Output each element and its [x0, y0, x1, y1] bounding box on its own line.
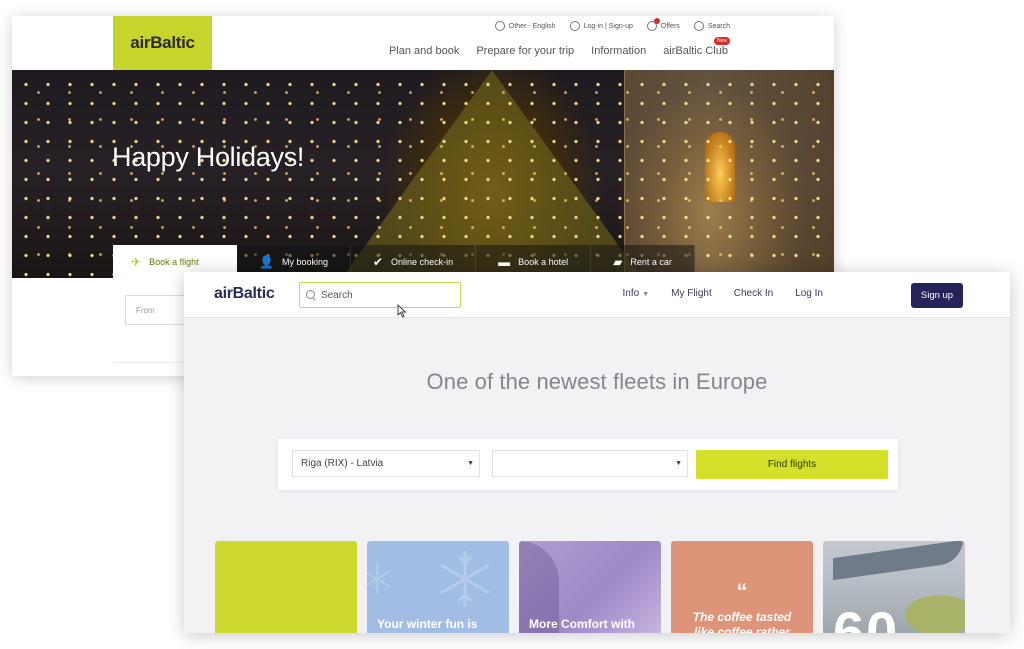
utility-bar: Other - English Log-in | Sign-up Offers … — [494, 18, 730, 31]
language-link[interactable]: Other - English — [494, 21, 556, 31]
nav-plan-and-book[interactable]: Plan and book — [389, 45, 459, 57]
nav-club[interactable]: airBaltic Club New — [663, 37, 730, 57]
nav-info[interactable]: Info ▼ — [623, 288, 650, 299]
user-icon — [569, 21, 580, 31]
tab-label: Book a flight — [149, 256, 199, 267]
card-caption: More Comfort with — [529, 617, 635, 631]
landscape-image — [905, 595, 965, 633]
site-header: airBaltic Info▼ My Flight Check In Log I… — [184, 272, 1010, 318]
offers-link[interactable]: Offers — [646, 18, 680, 31]
bell-icon — [646, 18, 660, 31]
car-icon: ▰ — [613, 254, 623, 269]
nav-prepare-trip[interactable]: Prepare for your trip — [476, 45, 574, 57]
airplane-wing-image — [833, 541, 963, 581]
search-label: Search — [707, 22, 730, 30]
card-number: 60 — [833, 600, 900, 633]
nav-info-label: Info — [622, 288, 640, 299]
new-site-window: airBaltic Info▼ My Flight Check In Log I… — [184, 272, 1010, 633]
snowflake-icon — [440, 551, 490, 607]
nav-club-label: airBaltic Club — [663, 45, 728, 57]
new-badge: New — [713, 37, 730, 45]
origin-select[interactable]: Riga (RIX) - Latvia ▼ — [292, 450, 480, 477]
promo-card-coffee[interactable]: “ The coffee tasted like coffee rather — [671, 541, 813, 633]
checkmark-icon: ✔ — [372, 254, 384, 269]
plane-icon: ✈ — [131, 254, 142, 269]
bed-icon: ▬ — [498, 254, 511, 269]
card-caption-line2: like coffee rather — [694, 625, 790, 633]
quote-icon: “ — [736, 579, 748, 604]
nav-information[interactable]: Information — [591, 45, 646, 57]
destination-select[interactable]: ▼ — [492, 450, 688, 477]
card-caption: Your winter fun is — [377, 617, 478, 631]
dropdown-arrow-icon: ▼ — [675, 460, 682, 467]
tab-label: Book a hotel — [518, 256, 569, 267]
page-headline: One of the newest fleets in Europe — [426, 369, 768, 394]
search-link[interactable]: Search — [693, 21, 730, 31]
notification-badge — [653, 18, 660, 24]
sign-up-button[interactable]: Sign up — [911, 283, 963, 308]
tab-label: Rent a car — [630, 256, 672, 267]
offers-label: Offers — [660, 22, 680, 30]
old-site-logo[interactable]: airBaltic — [113, 16, 212, 70]
promo-cards: Your winter fun is More Comfort with “ T… — [215, 541, 965, 633]
main-nav: Plan and book Prepare for your trip Info… — [389, 37, 730, 57]
person-icon: 👤 — [259, 254, 274, 269]
promo-card-fleet[interactable]: 60 — [823, 541, 965, 633]
tab-label: Online check-in — [391, 256, 454, 267]
origin-value: Riga (RIX) - Latvia — [301, 458, 384, 469]
search-icon — [306, 290, 316, 300]
find-flights-button[interactable]: Find flights — [696, 450, 888, 479]
header-nav: Info ▼ My Flight Check In Log In — [623, 288, 823, 299]
nav-log-in[interactable]: Log In — [795, 288, 823, 299]
logo-text: airBaltic — [130, 33, 195, 52]
snowflake-icon — [367, 564, 391, 594]
nav-my-flight[interactable]: My Flight — [671, 288, 712, 299]
dropdown-arrow-icon: ▼ — [467, 460, 474, 467]
promo-card[interactable] — [215, 541, 357, 633]
login-label: Log-in | Sign-up — [583, 22, 633, 30]
nav-check-in[interactable]: Check In — [734, 288, 773, 299]
card-caption: The coffee tasted — [692, 610, 792, 624]
chevron-down-icon: ▼ — [642, 291, 650, 298]
language-label: Other - English — [508, 22, 556, 30]
mouse-cursor-icon — [397, 304, 407, 318]
globe-icon — [494, 21, 505, 31]
promo-card-winter[interactable]: Your winter fun is — [367, 541, 509, 633]
login-link[interactable]: Log-in | Sign-up — [569, 21, 633, 31]
search-input[interactable] — [321, 289, 451, 301]
tab-label: My booking — [281, 256, 328, 267]
hero-title: Happy Holidays! — [112, 142, 305, 172]
search-box[interactable] — [299, 282, 461, 308]
promo-card-comfort[interactable]: More Comfort with — [519, 541, 661, 633]
flight-search-panel: Riga (RIX) - Latvia ▼ ▼ Find flights — [278, 439, 898, 490]
search-icon — [693, 21, 704, 31]
site-logo[interactable]: airBaltic — [214, 285, 275, 303]
